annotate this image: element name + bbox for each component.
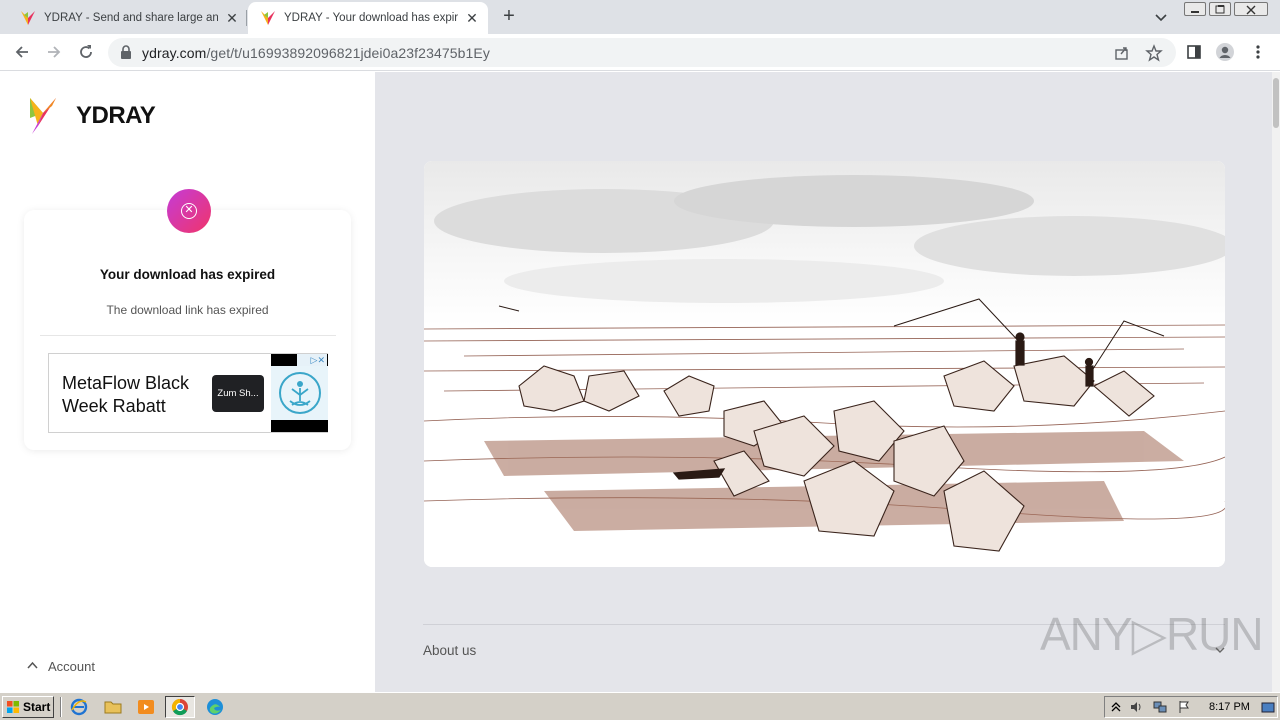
url-path: /get/t/u16993892096821jdei0a23f23475b1Ey — [206, 45, 490, 61]
taskbar-separator — [60, 697, 62, 717]
browser-menu-icon[interactable] — [1248, 42, 1268, 62]
share-icon[interactable] — [1112, 43, 1132, 63]
network-icon[interactable] — [1153, 700, 1167, 714]
page-scrollbar[interactable] — [1272, 72, 1280, 692]
tray-expand-icon[interactable] — [1109, 700, 1123, 714]
bookmark-star-icon[interactable] — [1144, 43, 1164, 63]
tab-separator — [246, 10, 247, 26]
tab-ydray-send[interactable]: YDRAY - Send and share large and b ✕ — [8, 2, 246, 34]
media-player-icon[interactable] — [137, 698, 155, 716]
hero-sketch-image — [424, 161, 1225, 567]
chrome-icon — [171, 698, 189, 716]
system-tray: 8:17 PM — [1104, 696, 1278, 718]
close-circle-icon: ✕ — [181, 203, 197, 219]
start-button[interactable]: Start — [2, 696, 54, 718]
account-toggle[interactable]: Account — [27, 659, 95, 674]
brand-name: YDRAY — [76, 102, 156, 129]
ie-icon[interactable] — [70, 698, 88, 716]
status-title: Your download has expired — [99, 267, 276, 282]
ydray-logo-icon — [30, 98, 56, 134]
page-viewport: YDRAY ✕ Your download has expired The do… — [0, 72, 1280, 692]
volume-icon[interactable] — [1129, 700, 1143, 714]
address-bar[interactable]: ydray.com/get/t/u16993892096821jdei0a23f… — [108, 38, 1176, 67]
main-panel: About us ANY▷RUN — [375, 72, 1272, 692]
restore-window-button[interactable] — [1209, 2, 1231, 16]
new-tab-button[interactable]: + — [498, 6, 520, 28]
account-label: Account — [48, 659, 95, 674]
card-divider — [40, 335, 336, 336]
tab-search-chevron-icon[interactable] — [1152, 8, 1170, 26]
reload-icon[interactable] — [76, 42, 96, 62]
side-panel-icon[interactable] — [1184, 42, 1204, 62]
start-label: Start — [23, 700, 51, 714]
clock[interactable]: 8:17 PM — [1209, 701, 1250, 713]
tab-ydray-expired[interactable]: YDRAY - Your download has expired ✕ — [248, 2, 488, 34]
anyrun-watermark: ANY▷RUN — [1040, 608, 1264, 660]
browser-toolbar: ydray.com/get/t/u16993892096821jdei0a23f… — [0, 34, 1280, 71]
status-subtitle: The download link has expired — [106, 303, 269, 317]
ydray-favicon-icon — [260, 10, 276, 26]
url-host: ydray.com — [142, 45, 207, 61]
scrollbar-thumb[interactable] — [1273, 78, 1279, 128]
windows-flag-icon — [7, 701, 19, 713]
profile-avatar-icon[interactable] — [1215, 42, 1235, 62]
windows-taskbar: Start 8:17 PM — [0, 692, 1280, 720]
ad-headline[interactable]: MetaFlow Black Week Rabatt — [62, 372, 212, 418]
ad-cta-button[interactable]: Zum Sh... — [212, 375, 264, 412]
url-text: ydray.com/get/t/u16993892096821jdei0a23f… — [142, 45, 490, 61]
tab-title: YDRAY - Send and share large and b — [44, 12, 218, 24]
show-desktop-icon[interactable] — [1261, 700, 1275, 714]
action-center-flag-icon[interactable] — [1177, 700, 1191, 714]
left-sidebar: YDRAY ✕ Your download has expired The do… — [0, 72, 375, 692]
edge-icon[interactable] — [206, 698, 224, 716]
ad-logo-image — [271, 366, 328, 420]
error-badge: ✕ — [167, 189, 211, 233]
folder-icon[interactable] — [104, 698, 122, 716]
close-window-button[interactable] — [1234, 2, 1268, 16]
tab-strip: YDRAY - Send and share large and b ✕ YDR… — [0, 0, 1280, 34]
advertisement[interactable]: MetaFlow Black Week Rabatt Zum Sh... ▷✕ — [48, 353, 328, 433]
lock-icon — [120, 45, 132, 59]
tab-close-icon[interactable]: ✕ — [464, 10, 480, 26]
ydray-favicon-icon — [20, 10, 36, 26]
back-arrow-icon[interactable] — [12, 42, 32, 62]
tab-close-icon[interactable]: ✕ — [224, 10, 240, 26]
chevron-up-icon — [27, 661, 38, 672]
about-us-toggle[interactable]: About us — [423, 643, 476, 658]
ydray-logo[interactable]: YDRAY — [28, 96, 156, 136]
tab-title: YDRAY - Your download has expired — [284, 12, 458, 24]
adchoices-icon[interactable]: ▷✕ — [297, 354, 327, 366]
minimize-window-button[interactable] — [1184, 2, 1206, 16]
forward-arrow-icon[interactable] — [44, 42, 64, 62]
